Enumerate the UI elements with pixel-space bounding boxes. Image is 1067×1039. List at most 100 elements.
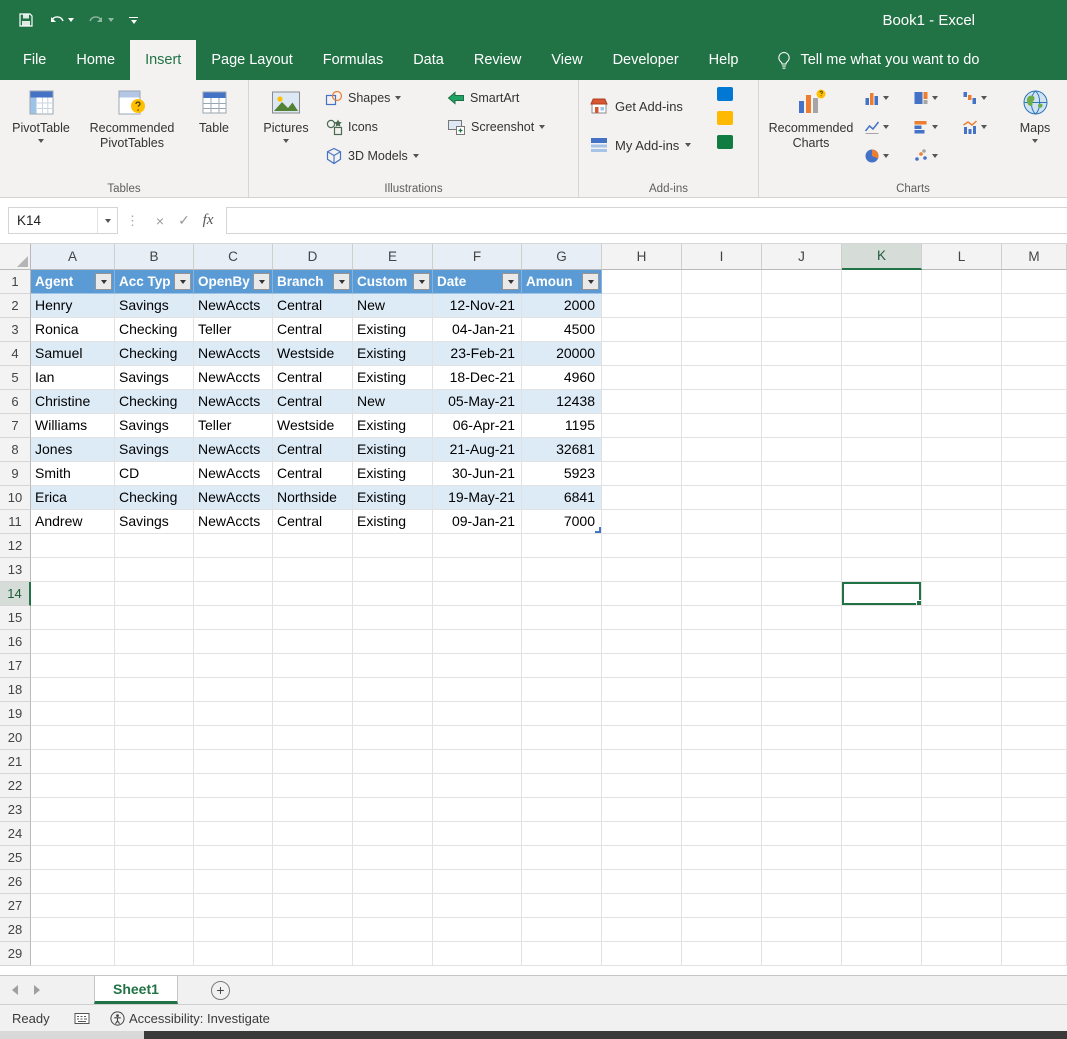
cell-B21[interactable] xyxy=(115,750,194,774)
cell-J20[interactable] xyxy=(762,726,842,750)
cell-A28[interactable] xyxy=(31,918,115,942)
cell-C12[interactable] xyxy=(194,534,273,558)
cell-B17[interactable] xyxy=(115,654,194,678)
formula-input[interactable] xyxy=(226,207,1067,234)
cell-A10[interactable]: Erica xyxy=(31,486,115,510)
new-sheet-button[interactable]: + xyxy=(210,980,230,1000)
tab-file[interactable]: File xyxy=(8,40,61,80)
cell-L8[interactable] xyxy=(922,438,1002,462)
row-header-1[interactable]: 1 xyxy=(0,270,31,294)
cell-H9[interactable] xyxy=(602,462,682,486)
cell-L11[interactable] xyxy=(922,510,1002,534)
cell-H14[interactable] xyxy=(602,582,682,606)
insert-column-chart-button[interactable] xyxy=(859,90,908,106)
cell-J15[interactable] xyxy=(762,606,842,630)
cell-A13[interactable] xyxy=(31,558,115,582)
cell-M5[interactable] xyxy=(1002,366,1067,390)
cell-A8[interactable]: Jones xyxy=(31,438,115,462)
cell-A2[interactable]: Henry xyxy=(31,294,115,318)
cell-M9[interactable] xyxy=(1002,462,1067,486)
cell-I27[interactable] xyxy=(682,894,762,918)
cell-I16[interactable] xyxy=(682,630,762,654)
cell-J4[interactable] xyxy=(762,342,842,366)
cell-G8[interactable]: 32681 xyxy=(522,438,602,462)
pivottable-button[interactable]: PivotTable xyxy=(4,82,78,178)
cell-J10[interactable] xyxy=(762,486,842,510)
cell-G18[interactable] xyxy=(522,678,602,702)
cell-I26[interactable] xyxy=(682,870,762,894)
addin-yellow-icon[interactable] xyxy=(717,111,733,125)
cell-E8[interactable]: Existing xyxy=(353,438,433,462)
cell-D27[interactable] xyxy=(273,894,353,918)
cell-F23[interactable] xyxy=(433,798,522,822)
insert-combo-chart-button[interactable] xyxy=(957,119,1006,135)
row-header-23[interactable]: 23 xyxy=(0,798,31,822)
cell-G23[interactable] xyxy=(522,798,602,822)
cell-E2[interactable]: New xyxy=(353,294,433,318)
cell-C9[interactable]: NewAccts xyxy=(194,462,273,486)
cell-F4[interactable]: 23-Feb-21 xyxy=(433,342,522,366)
cell-E11[interactable]: Existing xyxy=(353,510,433,534)
cell-F21[interactable] xyxy=(433,750,522,774)
cell-K29[interactable] xyxy=(842,942,922,966)
cell-M16[interactable] xyxy=(1002,630,1067,654)
cell-L29[interactable] xyxy=(922,942,1002,966)
cell-F24[interactable] xyxy=(433,822,522,846)
cell-M26[interactable] xyxy=(1002,870,1067,894)
cell-J5[interactable] xyxy=(762,366,842,390)
cell-D24[interactable] xyxy=(273,822,353,846)
cell-B23[interactable] xyxy=(115,798,194,822)
column-header-D[interactable]: D xyxy=(273,244,353,270)
select-all-corner[interactable] xyxy=(0,244,31,270)
chevron-down-icon[interactable] xyxy=(68,18,74,22)
row-header-11[interactable]: 11 xyxy=(0,510,31,534)
row-header-20[interactable]: 20 xyxy=(0,726,31,750)
cell-G17[interactable] xyxy=(522,654,602,678)
cell-L21[interactable] xyxy=(922,750,1002,774)
cell-F2[interactable]: 12-Nov-21 xyxy=(433,294,522,318)
cell-D28[interactable] xyxy=(273,918,353,942)
cell-F1[interactable]: Date xyxy=(433,270,522,294)
cell-H7[interactable] xyxy=(602,414,682,438)
cell-F12[interactable] xyxy=(433,534,522,558)
row-header-27[interactable]: 27 xyxy=(0,894,31,918)
cell-J17[interactable] xyxy=(762,654,842,678)
cell-J26[interactable] xyxy=(762,870,842,894)
cell-I7[interactable] xyxy=(682,414,762,438)
cell-I23[interactable] xyxy=(682,798,762,822)
cell-J11[interactable] xyxy=(762,510,842,534)
cell-B6[interactable]: Checking xyxy=(115,390,194,414)
cell-M28[interactable] xyxy=(1002,918,1067,942)
tab-developer[interactable]: Developer xyxy=(598,40,694,80)
cell-F16[interactable] xyxy=(433,630,522,654)
cell-M25[interactable] xyxy=(1002,846,1067,870)
column-header-A[interactable]: A xyxy=(31,244,115,270)
cell-H24[interactable] xyxy=(602,822,682,846)
cell-L25[interactable] xyxy=(922,846,1002,870)
cell-B5[interactable]: Savings xyxy=(115,366,194,390)
cell-C2[interactable]: NewAccts xyxy=(194,294,273,318)
filter-button-acc-typ[interactable] xyxy=(174,273,191,290)
cell-E9[interactable]: Existing xyxy=(353,462,433,486)
insert-pie-chart-button[interactable] xyxy=(859,148,908,164)
cell-E13[interactable] xyxy=(353,558,433,582)
cell-J1[interactable] xyxy=(762,270,842,294)
cell-H3[interactable] xyxy=(602,318,682,342)
cell-B12[interactable] xyxy=(115,534,194,558)
cell-I2[interactable] xyxy=(682,294,762,318)
cell-K13[interactable] xyxy=(842,558,922,582)
cell-B8[interactable]: Savings xyxy=(115,438,194,462)
cell-H22[interactable] xyxy=(602,774,682,798)
cell-H17[interactable] xyxy=(602,654,682,678)
cell-D18[interactable] xyxy=(273,678,353,702)
cell-B3[interactable]: Checking xyxy=(115,318,194,342)
cell-D22[interactable] xyxy=(273,774,353,798)
column-header-K[interactable]: K xyxy=(842,244,922,270)
cell-K7[interactable] xyxy=(842,414,922,438)
cell-K26[interactable] xyxy=(842,870,922,894)
cell-D20[interactable] xyxy=(273,726,353,750)
cell-K12[interactable] xyxy=(842,534,922,558)
cell-L24[interactable] xyxy=(922,822,1002,846)
shapes-button[interactable]: Shapes xyxy=(319,83,441,112)
cell-F3[interactable]: 04-Jan-21 xyxy=(433,318,522,342)
